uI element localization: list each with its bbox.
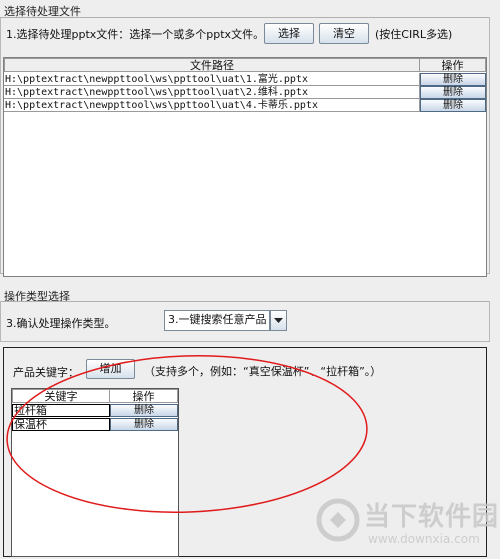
multi-select-hint: (按住CIRL多选) [375, 28, 453, 41]
table-row: H:\pptextract\newppttool\ws\ppttool\uat\… [4, 73, 486, 86]
add-keyword-button[interactable]: 增加 [86, 359, 135, 379]
keyword-table: 关键字 操作 拉杆箱 删除 保温杯 删除 [11, 388, 179, 557]
delete-file-button[interactable]: 删除 [420, 99, 486, 112]
table-row: 拉杆箱 删除 [12, 404, 178, 417]
op-step-label: 3.确认处理操作类型。 [6, 317, 116, 330]
clear-files-button[interactable]: 清空 [319, 23, 369, 44]
select-files-button[interactable]: 选择 [264, 23, 314, 44]
delete-keyword-button[interactable]: 删除 [110, 404, 178, 417]
watermark-url: www.downxia.com [368, 532, 480, 546]
brand-logo-icon [316, 498, 360, 542]
table-row: H:\pptextract\newppttool\ws\ppttool\uat\… [4, 86, 486, 99]
file-path-cell[interactable]: H:\pptextract\newppttool\ws\ppttool\uat\… [4, 86, 420, 99]
file-step-label: 1.选择待处理pptx文件：选择一个或多个pptx文件。 [6, 28, 265, 41]
keyword-hint: （支持多个，例如：“真空保温杯”、“拉杆箱”。） [144, 365, 382, 378]
file-path-cell[interactable]: H:\pptextract\newppttool\ws\ppttool\uat\… [4, 73, 420, 86]
file-table-header-path[interactable]: 文件路径 [4, 58, 420, 72]
keyword-cell[interactable]: 拉杆箱 [12, 404, 110, 417]
file-path-cell[interactable]: H:\pptextract\newppttool\ws\ppttool\uat\… [4, 99, 420, 112]
operation-type-dropdown-button[interactable] [270, 310, 287, 331]
delete-file-button[interactable]: 删除 [420, 73, 486, 86]
file-table: 文件路径 操作 H:\pptextract\newppttool\ws\pptt… [3, 57, 487, 277]
keyword-table-header-action[interactable]: 操作 [109, 389, 178, 403]
delete-file-button[interactable]: 删除 [420, 86, 486, 99]
file-table-header-action[interactable]: 操作 [419, 58, 486, 72]
watermark-brand: 当下软件园 [364, 502, 500, 532]
table-row: H:\pptextract\newppttool\ws\ppttool\uat\… [4, 99, 486, 112]
delete-keyword-button[interactable]: 删除 [110, 418, 178, 431]
keyword-label: 产品关键字： [13, 366, 79, 379]
keyword-table-header-keyword[interactable]: 关键字 [12, 389, 110, 403]
operation-type-select[interactable]: 3.一键搜索任意产品 [164, 310, 270, 331]
chevron-down-icon [274, 318, 283, 323]
table-row: 保温杯 删除 [12, 418, 178, 431]
keyword-cell[interactable]: 保温杯 [12, 418, 110, 431]
watermark: 当下软件园 www.downxia.com [316, 494, 500, 556]
